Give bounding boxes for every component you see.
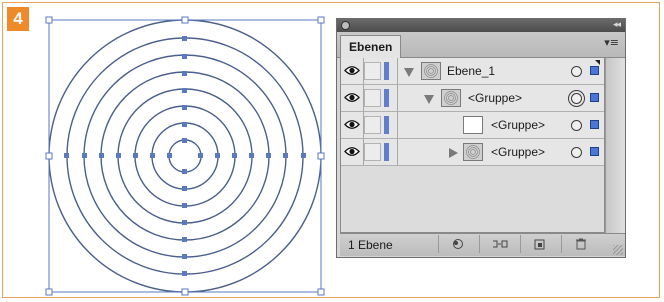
visibility-toggle[interactable]	[341, 85, 364, 111]
target-circle-icon[interactable]	[571, 147, 582, 158]
locate-object-button[interactable]	[438, 235, 479, 253]
ring-4	[100, 71, 270, 241]
ring-3	[83, 54, 287, 258]
eye-icon	[344, 93, 360, 102]
lock-toggle[interactable]	[364, 89, 381, 107]
eye-icon	[344, 147, 360, 156]
layer-color-bar	[384, 143, 389, 161]
layer-count: 1 Ebene	[348, 238, 393, 252]
column-divider	[397, 139, 398, 165]
lock-toggle[interactable]	[364, 116, 381, 134]
target-circle-icon[interactable]	[571, 120, 582, 131]
layer-row[interactable]: <Gruppe>	[341, 112, 604, 139]
group-name: <Gruppe>	[491, 118, 546, 132]
layer-row[interactable]: <Gruppe>	[341, 139, 604, 166]
selection-indicator[interactable]	[590, 66, 599, 75]
visibility-toggle[interactable]	[341, 58, 364, 84]
layer-row[interactable]: <Gruppe>	[341, 85, 604, 112]
panel-menu-icon[interactable]: ▾≡	[604, 36, 619, 49]
panel-titlebar[interactable]: ◂◂	[337, 19, 625, 32]
selection-bounding-box	[48, 19, 322, 293]
lock-toggle[interactable]	[364, 62, 381, 80]
layer-color-bar	[384, 89, 389, 107]
ring-7	[151, 122, 219, 190]
selection-indicator[interactable]	[590, 147, 599, 156]
trash-icon	[576, 238, 586, 250]
selection-indicator[interactable]	[590, 120, 599, 129]
group-thumbnail	[463, 116, 483, 134]
expand-triangle-icon[interactable]	[423, 93, 435, 105]
column-divider	[397, 58, 398, 84]
scrollbar[interactable]	[605, 58, 625, 233]
selection-indicator[interactable]	[590, 93, 599, 102]
new-sublayer-icon	[534, 239, 545, 250]
group-thumbnail	[441, 89, 461, 107]
artwork-concentric-circles[interactable]	[40, 12, 330, 300]
target-circle-icon[interactable]	[571, 93, 582, 104]
visibility-toggle[interactable]	[341, 139, 364, 165]
layer-list: Ebene_1 <Gruppe> <Gruppe> <Gruppe>	[340, 58, 605, 233]
lock-toggle[interactable]	[364, 143, 381, 161]
layers-panel: ◂◂ Ebenen ▾≡ Ebene_1 <Gruppe> <Gruppe> <…	[336, 18, 626, 258]
current-layer-marker	[595, 60, 600, 65]
layer-color-bar	[384, 62, 389, 80]
tab-ebenen[interactable]: Ebenen	[340, 35, 402, 58]
group-thumbnail	[463, 143, 483, 161]
group-name: <Gruppe>	[468, 91, 523, 105]
close-icon[interactable]	[341, 21, 350, 30]
layer-color-bar	[384, 116, 389, 134]
eye-icon	[344, 66, 360, 75]
column-divider	[397, 85, 398, 111]
ring-8	[168, 139, 202, 173]
tab-strip: Ebenen ▾≡	[337, 32, 625, 58]
make-clipping-mask-icon	[493, 240, 508, 248]
resize-grip[interactable]	[613, 245, 623, 255]
ring-1	[48, 19, 322, 293]
collapse-panel-icon[interactable]: ◂◂	[613, 19, 621, 32]
anchor-points	[64, 36, 306, 276]
layer-row[interactable]: Ebene_1	[341, 58, 604, 85]
expand-triangle-icon[interactable]	[403, 66, 415, 78]
eye-icon	[344, 120, 360, 129]
step-badge: 4	[7, 7, 29, 31]
visibility-toggle[interactable]	[341, 112, 364, 138]
panel-status-bar: 1 Ebene	[340, 233, 625, 256]
column-divider	[397, 112, 398, 138]
layer-thumbnail	[421, 62, 441, 80]
target-circle-icon[interactable]	[571, 66, 582, 77]
locate-object-icon	[453, 239, 463, 249]
collapsed-triangle-icon[interactable]	[447, 147, 459, 159]
new-layer-button[interactable]	[561, 235, 602, 253]
new-sublayer-button[interactable]	[520, 235, 561, 253]
layer-name: Ebene_1	[447, 64, 496, 78]
clipping-mask-button[interactable]	[479, 235, 520, 253]
group-name: <Gruppe>	[491, 145, 546, 159]
